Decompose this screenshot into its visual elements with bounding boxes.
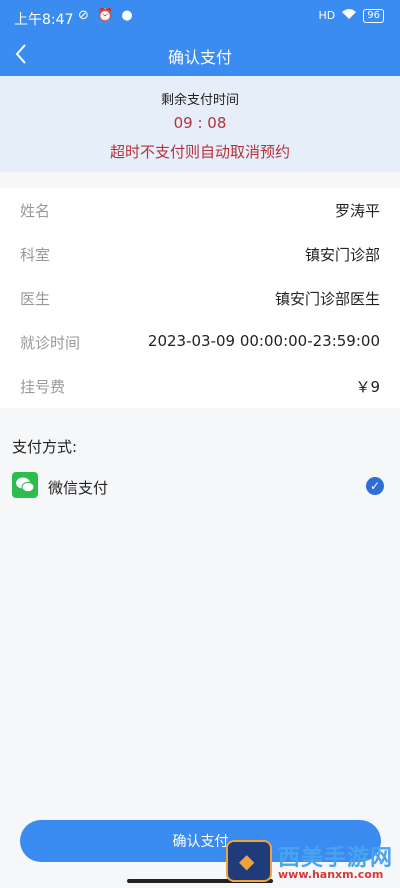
info-row-doctor: 医生 镇安门诊部医生 xyxy=(0,276,400,320)
info-row-visit-time: 就诊时间 2023-03-09 00:00:00-23:59:00 xyxy=(0,320,400,364)
status-notification-icons: ⊘ ⏰ ● xyxy=(78,8,135,23)
info-row-name: 姓名 罗涛平 xyxy=(0,188,400,232)
payment-method-title: 支付方式: xyxy=(12,438,78,456)
countdown-label: 剩余支付时间 xyxy=(160,93,239,108)
signal-icon: HD xyxy=(318,9,336,22)
info-value: ￥9 xyxy=(355,378,380,396)
watermark: ◆ 西美手游网 www.hanxm.com xyxy=(226,838,396,886)
appointment-info: 姓名 罗涛平 科室 镇安门诊部 医生 镇安门诊部医生 就诊时间 2023-03-… xyxy=(0,188,400,408)
info-label: 科室 xyxy=(20,246,51,264)
info-value: 罗涛平 xyxy=(334,202,380,220)
status-time: 上午8:47 xyxy=(14,12,74,28)
selected-check-icon[interactable]: ✓ xyxy=(366,477,384,495)
watermark-logo-icon: ◆ xyxy=(226,840,272,882)
timeout-warning: 超时不支付则自动取消预约 xyxy=(109,143,290,161)
info-label: 姓名 xyxy=(20,202,51,220)
info-value: 镇安门诊部医生 xyxy=(274,290,380,308)
status-right: HD 96 xyxy=(319,8,384,23)
status-bar: 上午8:47 ⊘ ⏰ ● HD 96 xyxy=(0,0,400,34)
info-row-department: 科室 镇安门诊部 xyxy=(0,232,400,276)
info-value: 2023-03-09 00:00:00-23:59:00 xyxy=(147,332,380,350)
info-row-fee: 挂号费 ￥9 xyxy=(0,364,400,408)
payment-option-wechat[interactable]: 微信支付 xyxy=(48,477,108,498)
header: 上午8:47 ⊘ ⏰ ● HD 96 确认支付 xyxy=(0,0,400,76)
watermark-url: www.hanxm.com xyxy=(278,868,384,881)
info-label: 医生 xyxy=(20,290,51,308)
navbar: 确认支付 xyxy=(0,34,400,76)
info-value: 镇安门诊部 xyxy=(304,246,380,264)
info-label: 就诊时间 xyxy=(20,334,81,352)
countdown-time: 09 : 08 xyxy=(173,114,227,132)
countdown-panel: 剩余支付时间 09 : 08 超时不支付则自动取消预约 xyxy=(0,76,400,172)
wifi-icon xyxy=(341,8,357,23)
page-title: 确认支付 xyxy=(167,48,232,67)
wechat-icon xyxy=(12,472,38,498)
info-label: 挂号费 xyxy=(20,378,66,396)
battery-icon: 96 xyxy=(363,8,384,23)
